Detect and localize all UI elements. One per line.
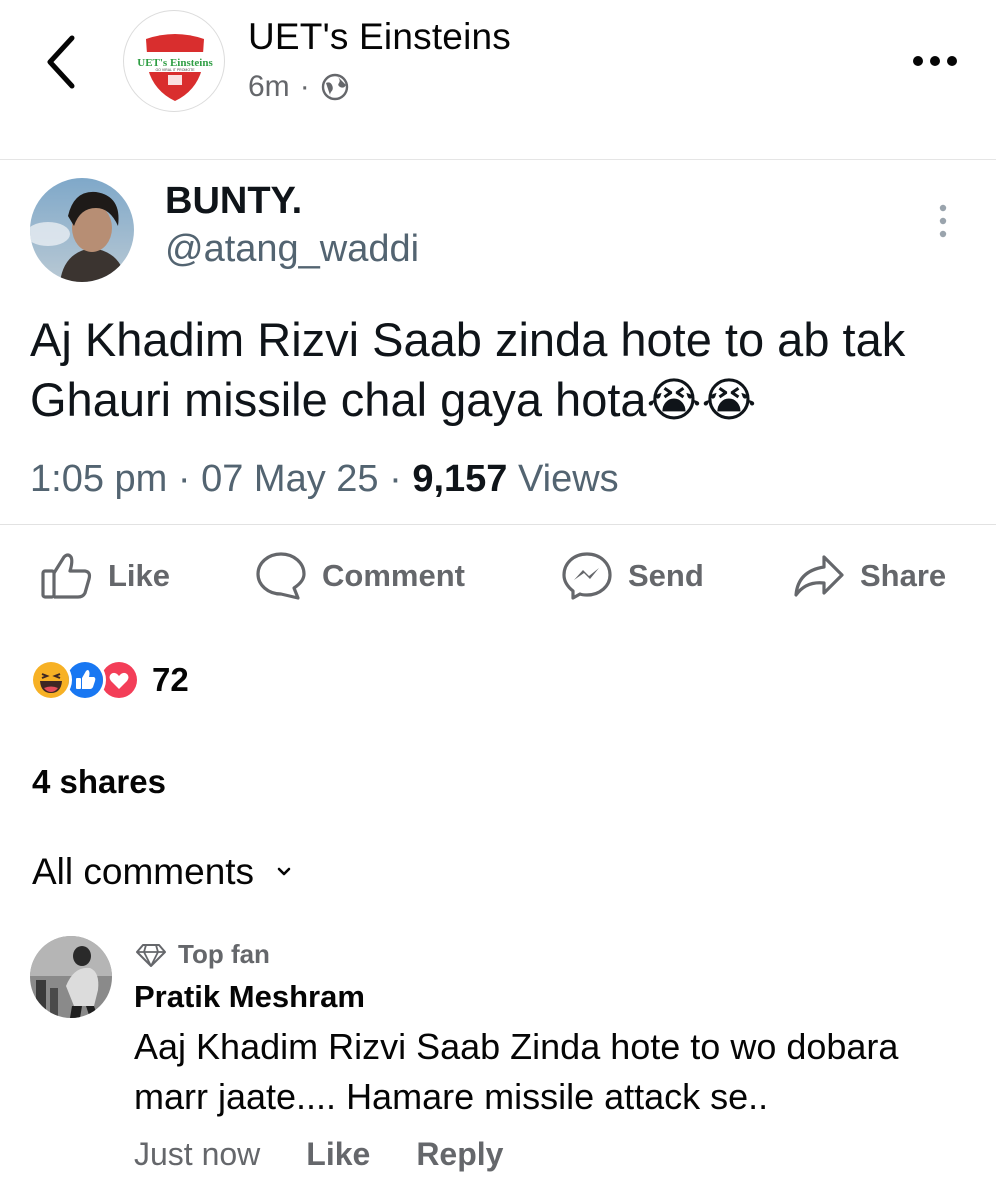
page-avatar[interactable]: UET's Einsteins GO VIRAL IT PROMOTE	[123, 10, 225, 112]
page-name[interactable]: UET's Einsteins	[248, 16, 511, 58]
header-divider	[0, 159, 996, 160]
commenter-name[interactable]: Pratik Meshram	[134, 979, 365, 1015]
send-button[interactable]: Send	[560, 548, 704, 604]
content-divider	[0, 524, 996, 525]
messenger-icon	[562, 552, 612, 600]
send-label: Send	[628, 558, 704, 593]
reactions-summary[interactable]: 72	[30, 656, 189, 704]
like-label: Like	[108, 558, 171, 593]
tweet-author-avatar	[30, 178, 134, 282]
thumbs-up-icon	[41, 553, 92, 599]
reaction-count: 72	[152, 661, 189, 698]
diamond-icon	[136, 943, 166, 967]
comment-text: Aaj Khadim Rizvi Saab Zinda hote to wo d…	[134, 1026, 899, 1117]
comments-filter-dropdown[interactable]: All comments	[32, 851, 292, 893]
comment-like-button[interactable]: Like	[306, 1136, 370, 1173]
post-meta: 6m ·	[248, 70, 350, 104]
tweet-more-icon	[939, 204, 947, 238]
comment-timestamp: Just now	[134, 1136, 261, 1172]
tweet-handle: @atang_waddi	[165, 228, 420, 270]
post-header: UET's Einsteins GO VIRAL IT PROMOTE UET'…	[0, 0, 996, 160]
haha-reaction-icon	[30, 659, 72, 701]
tweet-views-label: Views	[517, 458, 619, 500]
tweet-meta: 1:05 pm · 07 May 25 · 9,157 Views	[30, 458, 619, 501]
tweet-time: 1:05 pm	[30, 458, 168, 500]
share-button[interactable]: Share	[792, 548, 946, 604]
commenter-avatar[interactable]	[30, 936, 112, 1018]
comments-filter-label: All comments	[32, 851, 255, 892]
tweet-text: Aj Khadim Rizvi Saab zinda hote to ab ta…	[30, 313, 906, 426]
comment-button[interactable]: Comment	[254, 548, 465, 604]
comment-label: Comment	[322, 558, 465, 593]
share-arrow-icon	[794, 555, 844, 597]
comment-reply-button[interactable]: Reply	[416, 1136, 503, 1173]
more-options-icon[interactable]	[912, 52, 958, 70]
back-chevron-icon[interactable]	[40, 32, 84, 92]
like-button[interactable]: Like	[40, 548, 170, 604]
chevron-down-icon	[277, 867, 291, 876]
tweet-meta-dot: ·	[378, 458, 413, 500]
tweet-meta-dot: ·	[167, 458, 202, 500]
comment-actions: Just now Like Reply	[134, 1136, 503, 1173]
logo-subtext: GO VIRAL IT PROMOTE	[155, 68, 195, 72]
post-time: 6m	[248, 70, 290, 103]
tweet-date: 07 May 25	[201, 458, 379, 500]
globe-icon[interactable]	[320, 72, 350, 102]
comment-bubble-icon	[256, 552, 306, 600]
meta-separator: ·	[299, 70, 310, 103]
share-label: Share	[860, 558, 947, 593]
shares-count[interactable]: 4 shares	[32, 763, 166, 801]
top-fan-badge: Top fan	[136, 939, 270, 970]
shield-logo-icon: UET's Einsteins GO VIRAL IT PROMOTE	[134, 34, 216, 101]
top-fan-label: Top fan	[178, 939, 270, 969]
tweet-display-name: BUNTY.	[165, 180, 303, 222]
tweet-views-count: 9,157	[412, 458, 508, 500]
